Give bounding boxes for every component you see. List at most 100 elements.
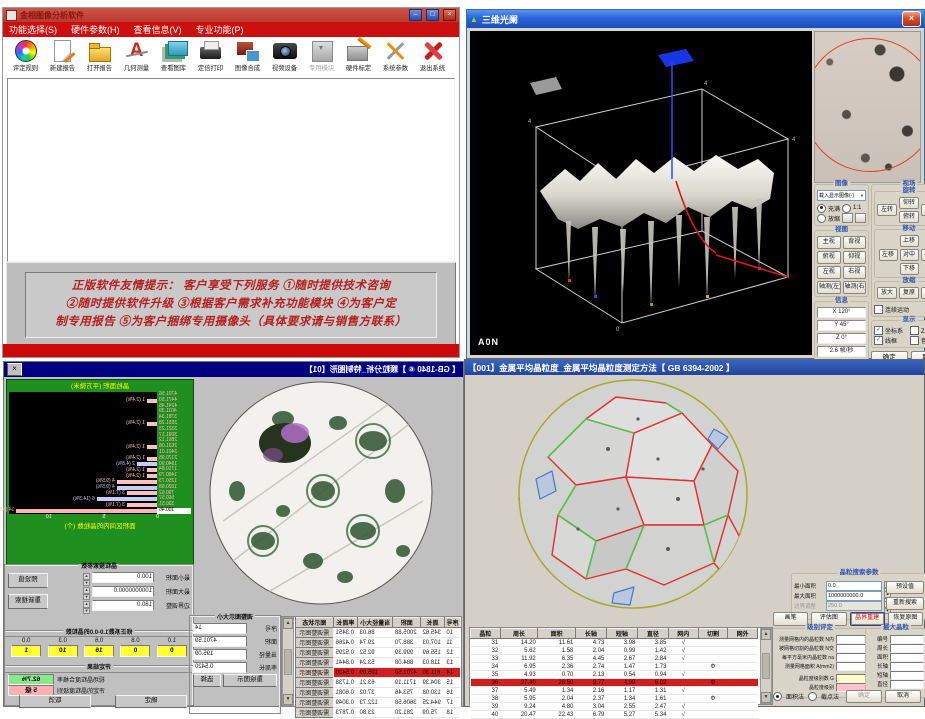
- view-button[interactable]: 右视: [843, 266, 867, 279]
- scale-minus-button[interactable]: [842, 213, 853, 223]
- table-row[interactable]: 13118.03884.0853.240.8441需调整图示: [296, 658, 461, 668]
- grain-boundary-image[interactable]: [518, 379, 748, 609]
- roundness-field[interactable]: 0.5420: [193, 662, 247, 673]
- menu-item[interactable]: 功能选择(S): [9, 23, 57, 36]
- min-area-field[interactable]: 0.0: [826, 581, 882, 591]
- column-header[interactable]: 率周长: [333, 618, 357, 628]
- scroll-down-icon[interactable]: ▼: [761, 692, 771, 703]
- move-right-button[interactable]: 右移: [921, 249, 925, 261]
- preset-button[interactable]: 预设值: [886, 581, 924, 594]
- table-row[interactable]: 1875.09281.2023.800.7873需调整图示: [296, 708, 461, 718]
- toolbar-button[interactable]: 打开报告: [81, 39, 118, 73]
- scale-plus-button[interactable]: [855, 213, 866, 223]
- grains-inside-field[interactable]: [836, 635, 866, 644]
- table-row[interactable]: 385.952.042.371.341.61Φ: [471, 695, 758, 703]
- view-button[interactable]: 俯视: [817, 251, 841, 264]
- column-header[interactable]: 长轴: [575, 629, 606, 639]
- action-button[interactable]: 晶界重建: [850, 612, 885, 626]
- rotate-left-button[interactable]: 左转: [877, 204, 897, 216]
- center-button[interactable]: 对中: [900, 249, 919, 261]
- toolbar-button[interactable]: 退出系统: [414, 39, 451, 73]
- table-row[interactable]: 325.621.582.040.991.42√: [471, 647, 758, 655]
- spinner[interactable]: [83, 587, 90, 596]
- display-checkbox[interactable]: ✓线框: [874, 336, 908, 345]
- table-scrollbar[interactable]: ▲▼: [282, 617, 294, 706]
- grains-cut-field[interactable]: [836, 644, 866, 653]
- close-button[interactable]: ×: [7, 363, 22, 376]
- intercept-method-radio[interactable]: [808, 692, 817, 701]
- table-row[interactable]: 346.952.362.741.471.73Φ: [471, 663, 758, 671]
- column-header[interactable]: 直径: [637, 629, 668, 639]
- redraw-button[interactable]: 重绘图示: [223, 674, 277, 687]
- close-button[interactable]: ×: [902, 11, 921, 27]
- toolbar-button[interactable]: 图像合成: [229, 39, 266, 73]
- max-grain-field[interactable]: [890, 662, 924, 671]
- grains-per-mm2-field[interactable]: [836, 653, 866, 662]
- column-header[interactable]: 面积: [538, 629, 576, 639]
- cancel-button[interactable]: 取消: [19, 695, 91, 708]
- ok-button[interactable]: 确定: [846, 690, 882, 703]
- select-button[interactable]: 选择: [193, 674, 221, 687]
- table-row[interactable]: 16130.08753.4637.020.6081需调整图示: [296, 688, 461, 698]
- view-button[interactable]: 主视: [817, 236, 841, 249]
- action-button[interactable]: 画笔: [773, 612, 808, 626]
- move-down-button[interactable]: 下移: [900, 263, 919, 275]
- scroll-up-icon[interactable]: ▲: [761, 629, 771, 640]
- zoom-in-button[interactable]: 放大: [877, 287, 897, 299]
- column-header[interactable]: 周长: [420, 618, 444, 628]
- display-checkbox[interactable]: Z 反相: [910, 326, 925, 335]
- max-area-field[interactable]: 1000000000.0: [92, 586, 154, 597]
- 3d-surface-view[interactable]: 4404 A0N: [470, 31, 812, 355]
- toolbar-button[interactable]: 硬件标定: [340, 39, 377, 73]
- table-row[interactable]: 3114.2011.614.733.983.85√: [471, 639, 758, 647]
- table-row[interactable]: 11107.03388.7029.740.4266需调整图示: [296, 638, 461, 648]
- minimize-button[interactable]: –: [409, 9, 422, 21]
- maximize-button[interactable]: □: [426, 9, 439, 21]
- one-to-one-radio[interactable]: [842, 204, 851, 213]
- column-header[interactable]: 面积: [393, 618, 421, 628]
- scale-radio[interactable]: [817, 214, 826, 223]
- max-area-field[interactable]: 1000000000.0: [826, 591, 882, 601]
- table-row[interactable]: 375.491.342.161.171.31√: [471, 687, 758, 695]
- grid-area-field[interactable]: [836, 662, 866, 671]
- column-header[interactable]: 图示状态: [296, 618, 334, 628]
- research-button[interactable]: 重新搜索: [8, 594, 48, 609]
- rotate-right-button[interactable]: 右转: [921, 204, 925, 216]
- image-source-select[interactable]: 载入显示图像(-): [817, 190, 866, 201]
- toolbar-button[interactable]: 查看图库: [155, 39, 192, 73]
- min-area-field[interactable]: 100.0: [92, 572, 154, 583]
- index-field[interactable]: 14: [193, 623, 247, 634]
- display-checkbox[interactable]: 色反相: [910, 336, 925, 345]
- max-grain-field[interactable]: [890, 680, 924, 689]
- column-header[interactable]: 网外: [728, 629, 758, 639]
- continuous-motion-check[interactable]: 连续运动: [874, 305, 925, 314]
- table-row[interactable]: 354.930.702.130.540.94√: [471, 671, 758, 679]
- view-button[interactable]: 轴测(右): [843, 281, 867, 294]
- spinner[interactable]: [83, 573, 90, 582]
- cancel-button[interactable]: 取消: [885, 690, 921, 703]
- research-button[interactable]: 重新搜索: [886, 597, 924, 610]
- toolbar-button[interactable]: 定倍打印: [192, 39, 229, 73]
- column-header[interactable]: 序号: [444, 618, 460, 628]
- table-row[interactable]: 10345.622005.8886.030.3451需调整图示: [296, 628, 461, 638]
- table-row[interactable]: 3311.926.354.452.672.84√: [471, 655, 758, 663]
- scroll-up-icon[interactable]: ▲: [283, 618, 293, 629]
- fill-radio[interactable]: [817, 204, 826, 213]
- boundary-field[interactable]: 180.0: [92, 600, 154, 611]
- view-button[interactable]: 仰视: [843, 251, 867, 264]
- workspace-area[interactable]: [7, 78, 455, 262]
- zoom-out-button[interactable]: 缩小: [921, 287, 925, 299]
- max-grain-field[interactable]: [890, 671, 924, 680]
- display-checkbox[interactable]: ✓坐标系: [874, 326, 908, 335]
- view-button[interactable]: 轴测(左): [817, 281, 841, 294]
- table-row[interactable]: 4020.4722.436.795.275.34√: [471, 711, 758, 719]
- table-row[interactable]: 399.244.803.042.552.47√: [471, 703, 758, 711]
- table-row[interactable]: 12155.69999.3992.520.5295需调整图示: [296, 648, 461, 658]
- spinner[interactable]: [83, 601, 90, 610]
- view-button[interactable]: 背视: [843, 236, 867, 249]
- menu-item[interactable]: 查看信息(V): [134, 23, 182, 36]
- toolbar-button[interactable]: 系统参数: [377, 39, 414, 73]
- rotate-up-button[interactable]: 仰转: [899, 197, 919, 209]
- ok-button[interactable]: 确定: [115, 695, 187, 708]
- move-left-button[interactable]: 左移: [879, 249, 898, 261]
